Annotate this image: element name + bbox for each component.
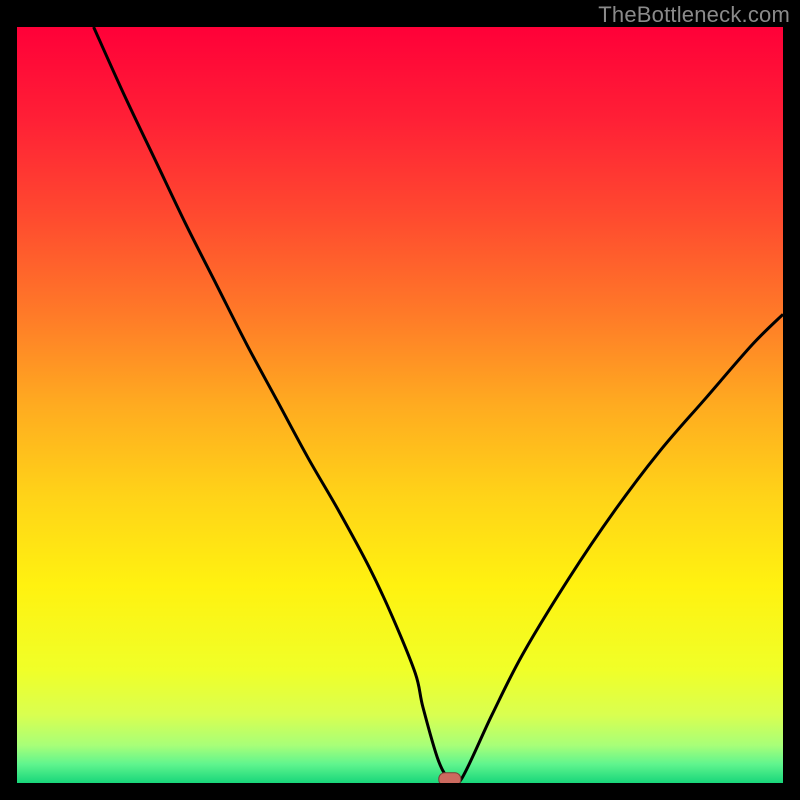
watermark-text: TheBottleneck.com — [598, 2, 790, 28]
optimal-point-marker — [439, 773, 461, 783]
bottleneck-chart — [17, 27, 783, 783]
chart-background-gradient — [17, 27, 783, 783]
app-frame: TheBottleneck.com — [0, 0, 800, 800]
